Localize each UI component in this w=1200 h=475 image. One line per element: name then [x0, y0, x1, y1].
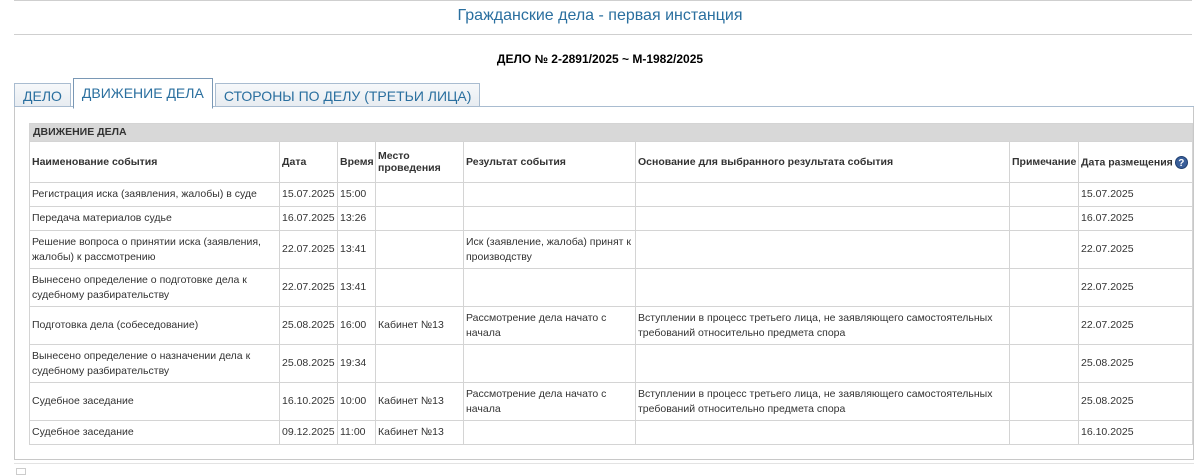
cell-posted: 25.08.2025 — [1077, 344, 1194, 383]
cell-time: 13:41 — [337, 230, 376, 269]
case-movement-table: ДВИЖЕНИЕ ДЕЛА Наименование события Дата … — [28, 123, 1194, 445]
cell-place: Кабинет №13 — [375, 420, 464, 445]
cell-date: 09.12.2025 — [279, 420, 338, 445]
cell-event: Вынесено определение о подготовке дела к… — [29, 268, 280, 307]
cell-note — [1009, 306, 1079, 345]
cell-basis — [635, 206, 1010, 231]
cell-note — [1009, 420, 1079, 445]
cell-basis — [635, 182, 1010, 207]
cell-date: 16.10.2025 — [279, 382, 338, 421]
cell-event: Судебное заседание — [29, 382, 280, 421]
cell-place — [375, 206, 464, 231]
cell-place: Кабинет №13 — [375, 382, 464, 421]
help-icon[interactable]: ? — [1174, 155, 1188, 169]
cell-place — [375, 230, 464, 269]
cell-time: 16:00 — [337, 306, 376, 345]
cell-time: 11:00 — [337, 420, 376, 445]
cell-note — [1009, 382, 1079, 421]
col-posted-label: Дата размещения — [1081, 155, 1173, 168]
table-body: Регистрация иска (заявления, жалобы) в с… — [29, 182, 1194, 445]
cell-date: 16.07.2025 — [279, 206, 338, 231]
cell-time: 13:26 — [337, 206, 376, 231]
cell-basis: Вступлении в процесс третьего лица, не з… — [635, 306, 1010, 345]
column-header-row: Наименование события Дата Время Место пр… — [29, 141, 1194, 183]
cell-posted: 22.07.2025 — [1077, 230, 1194, 269]
cell-basis: Вступлении в процесс третьего лица, не з… — [635, 382, 1010, 421]
cell-place — [375, 344, 464, 383]
cell-date: 15.07.2025 — [279, 182, 338, 207]
cell-note — [1009, 182, 1079, 207]
cell-basis — [635, 344, 1010, 383]
table-row: Передача материалов судье 16.07.2025 13:26… — [29, 206, 1194, 231]
tab-case-movement[interactable]: ДВИЖЕНИЕ ДЕЛА — [72, 78, 213, 109]
col-result: Результат события — [463, 141, 636, 183]
table-row: Вынесено определение о подготовке дела к… — [29, 268, 1194, 307]
scroll-handle[interactable] — [16, 468, 26, 475]
cell-note — [1009, 344, 1079, 383]
cell-result — [463, 268, 636, 307]
cell-posted: 16.10.2025 — [1077, 420, 1194, 445]
cell-time: 10:00 — [337, 382, 376, 421]
cell-result — [463, 344, 636, 383]
table-row: Судебное заседание 16.10.2025 10:00 Кабинет… — [29, 382, 1194, 421]
col-event: Наименование события — [29, 141, 280, 183]
section-title: ДВИЖЕНИЕ ДЕЛА — [28, 123, 1194, 142]
cell-result — [463, 206, 636, 231]
table-row: Судебное заседание 09.12.2025 11:00 Кабинет… — [29, 420, 1194, 445]
cell-basis — [635, 268, 1010, 307]
col-note: Примечание — [1009, 141, 1079, 183]
cell-note — [1009, 268, 1079, 307]
cell-date: 22.07.2025 — [279, 268, 338, 307]
tab-bar: ДЕЛО ДВИЖЕНИЕ ДЕЛА СТОРОНЫ ПО ДЕЛУ (ТРЕТ… — [14, 78, 482, 109]
page-title: Гражданские дела - первая инстанция — [457, 7, 743, 24]
col-posted: Дата размещения? — [1077, 141, 1194, 183]
cell-event: Передача материалов судье — [29, 206, 280, 231]
col-time: Время — [337, 141, 376, 183]
cell-time: 13:41 — [337, 268, 376, 307]
cell-place — [375, 268, 464, 307]
cell-event: Судебное заседание — [29, 420, 280, 445]
cell-posted: 15.07.2025 — [1077, 182, 1194, 207]
col-basis: Основание для выбранного результата собы… — [635, 141, 1010, 183]
cell-basis — [635, 420, 1010, 445]
cell-time: 15:00 — [337, 182, 376, 207]
cell-posted: 22.07.2025 — [1077, 306, 1194, 345]
cell-event: Решение вопроса о принятии иска (заявлен… — [29, 230, 280, 269]
col-place: Место проведения — [375, 141, 464, 183]
col-date: Дата — [279, 141, 338, 183]
table-row: Решение вопроса о принятии иска (заявлен… — [29, 230, 1194, 269]
cell-posted: 22.07.2025 — [1077, 268, 1194, 307]
cell-posted: 25.08.2025 — [1077, 382, 1194, 421]
cell-posted: 16.07.2025 — [1077, 206, 1194, 231]
cell-event: Подготовка дела (собеседование) — [29, 306, 280, 345]
top-divider — [14, 0, 1192, 1]
cell-place: Кабинет №13 — [375, 306, 464, 345]
tab-case[interactable]: ДЕЛО — [14, 83, 71, 108]
cell-event: Вынесено определение о назначении дела к… — [29, 344, 280, 383]
cell-result: Рассмотрение дела начато с начала — [463, 306, 636, 345]
section-header-row: ДВИЖЕНИЕ ДЕЛА — [28, 123, 1194, 142]
tab-parties[interactable]: СТОРОНЫ ПО ДЕЛУ (ТРЕТЬИ ЛИЦА) — [214, 83, 481, 108]
cell-date: 25.08.2025 — [279, 306, 338, 345]
table-row: Подготовка дела (собеседование) 25.08.202… — [29, 306, 1194, 345]
cell-note — [1009, 230, 1079, 269]
cell-time: 19:34 — [337, 344, 376, 383]
table-row: Вынесено определение о назначении дела к… — [29, 344, 1194, 383]
title-divider — [14, 34, 1192, 35]
cell-place — [375, 182, 464, 207]
cell-result: Иск (заявление, жалоба) принят к произво… — [463, 230, 636, 269]
cell-basis — [635, 230, 1010, 269]
tab-panel: ДВИЖЕНИЕ ДЕЛА Наименование события Дата … — [14, 107, 1194, 460]
table-row: Регистрация иска (заявления, жалобы) в с… — [29, 182, 1194, 207]
bottom-bar — [14, 463, 1194, 475]
cell-date: 22.07.2025 — [279, 230, 338, 269]
case-number: ДЕЛО № 2-2891/2025 ~ М-1982/2025 — [496, 52, 704, 66]
cell-date: 25.08.2025 — [279, 344, 338, 383]
cell-event: Регистрация иска (заявления, жалобы) в с… — [29, 182, 280, 207]
cell-result — [463, 420, 636, 445]
cell-note — [1009, 206, 1079, 231]
cell-result — [463, 182, 636, 207]
cell-result: Рассмотрение дела начато с начала — [463, 382, 636, 421]
